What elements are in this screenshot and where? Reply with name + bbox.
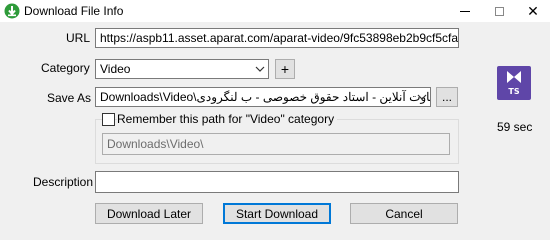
maximize-button[interactable] [482, 0, 516, 22]
chevron-down-icon [417, 94, 427, 100]
start-download-button[interactable]: Start Download [223, 203, 331, 224]
save-as-label: Save As [47, 91, 92, 105]
remember-path-field: Downloads\Video\ [102, 133, 450, 155]
chevron-down-icon [255, 66, 265, 72]
download-later-button[interactable]: Download Later [95, 203, 203, 224]
url-field[interactable]: https://aspb11.asset.aparat.com/aparat-v… [95, 28, 459, 48]
remember-path-checkbox[interactable] [102, 113, 115, 126]
cancel-button[interactable]: Cancel [350, 203, 458, 224]
download-app-icon [4, 3, 20, 19]
add-category-button[interactable]: + [275, 59, 295, 79]
minimize-icon [460, 10, 470, 12]
category-label: Category [41, 61, 90, 75]
description-label: Description [33, 175, 94, 189]
close-button[interactable]: ✕ [516, 0, 550, 22]
description-input[interactable] [95, 171, 459, 193]
save-as-combobox[interactable]: Downloads\Video\قضاوت آنلاین - استاد حقو… [95, 87, 431, 107]
remember-path-label[interactable]: Remember this path for "Video" category [117, 112, 338, 126]
window-title: Download File Info [24, 4, 124, 18]
ts-file-label: TS [508, 87, 520, 96]
url-label: URL [66, 31, 91, 45]
close-icon: ✕ [527, 3, 539, 19]
category-select[interactable]: Video [95, 59, 269, 79]
browse-button[interactable]: ... [436, 87, 458, 107]
duration-text: 59 sec [497, 120, 533, 134]
media-bowtie-icon [507, 71, 521, 83]
ts-file-icon: TS [497, 66, 531, 100]
save-as-path: Downloads\Video\قضاوت آنلاین - استاد حقو… [100, 90, 431, 104]
maximize-icon [494, 6, 504, 16]
category-value: Video [100, 62, 131, 76]
minimize-button[interactable] [448, 0, 482, 22]
